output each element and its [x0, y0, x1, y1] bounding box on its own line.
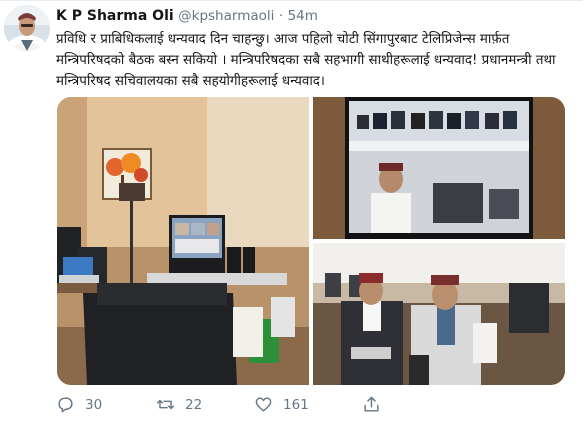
tweet-text: प्रविधि र प्राबिधिकलाई धन्यवाद दिन चाहन्…	[56, 32, 556, 89]
timestamp[interactable]: 54m	[288, 8, 318, 24]
share-button[interactable]	[362, 395, 381, 414]
heart-icon	[255, 397, 272, 412]
display-name[interactable]: K P Sharma Oli	[56, 8, 174, 24]
reply-icon	[58, 397, 73, 413]
retweet-icon	[156, 399, 175, 410]
top-divider	[0, 0, 583, 1]
share-icon	[364, 396, 379, 412]
photo-room-with-tv[interactable]	[57, 97, 309, 385]
like-count: 161	[283, 396, 309, 413]
tweet-media[interactable]	[57, 97, 565, 385]
photo-seated-leaders[interactable]	[313, 243, 565, 385]
reply-button[interactable]: 30	[56, 395, 102, 414]
tweet-header: K P Sharma Oli @kpsharmaoli · 54m	[56, 8, 318, 24]
tweet-actions: 30 22 161	[56, 395, 556, 423]
avatar[interactable]	[4, 5, 50, 51]
user-handle[interactable]: @kpsharmaoli	[178, 8, 274, 24]
separator-dot: ·	[278, 8, 284, 24]
photo-video-conference[interactable]	[313, 97, 565, 239]
retweet-button[interactable]: 22	[156, 395, 202, 414]
like-button[interactable]: 161	[254, 395, 309, 414]
retweet-count: 22	[185, 396, 203, 413]
reply-count: 30	[85, 396, 103, 413]
